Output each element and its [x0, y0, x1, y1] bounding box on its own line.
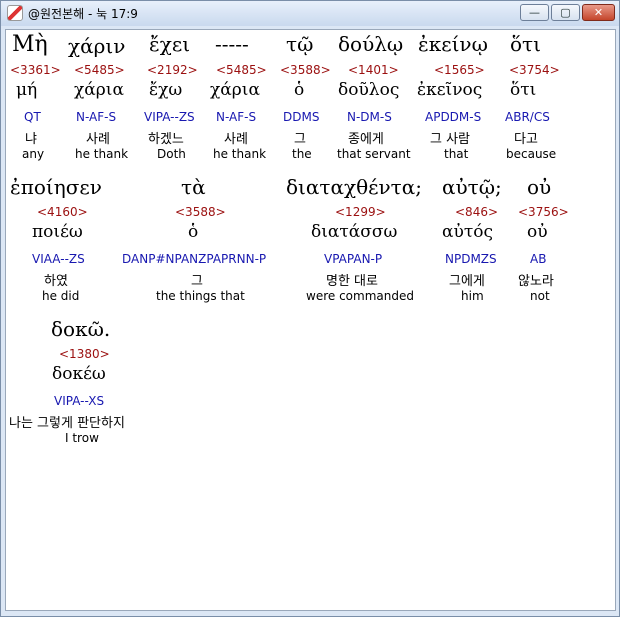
lemma: ἐκεῖνος [417, 80, 483, 100]
parse-code: APDDM-S [425, 110, 482, 124]
parse-code: NPDMZS [445, 252, 497, 266]
strong-number: <3588> [175, 205, 226, 219]
strong-number: <1380> [59, 347, 110, 361]
lemma: ὁ [188, 222, 199, 242]
korean-gloss: 명한 대로 [326, 274, 378, 289]
korean-gloss: 사례 [224, 132, 248, 147]
english-gloss: that servant [337, 147, 411, 161]
lemma: οὐ [527, 222, 548, 242]
greek-word: οὐ [527, 175, 552, 199]
lemma: ὅτι [510, 80, 537, 100]
parse-code: N-AF-S [216, 110, 257, 124]
greek-word: διαταχθέντα; [286, 175, 422, 199]
greek-word: τὰ [181, 175, 206, 199]
strong-number: <846> [455, 205, 499, 219]
strong-number: <5485> [74, 63, 125, 77]
strong-number: <4160> [37, 205, 88, 219]
korean-gloss: 사례 [86, 132, 110, 147]
lemma: ποιέω [32, 222, 83, 242]
korean-gloss: 하겠느 [148, 132, 184, 147]
parse-code: AB [530, 252, 547, 266]
english-gloss: because [506, 147, 557, 161]
lemma: χάρια [210, 80, 260, 100]
app-window: @원전본해 - 눅 17:9 — ▢ ✕ Μὴ <3361> μή QT 냐 a… [0, 0, 620, 617]
greek-word: δούλῳ [338, 32, 404, 56]
maximize-button[interactable]: ▢ [551, 4, 580, 21]
korean-gloss: 나는 그렇게 판단하지 [9, 416, 125, 431]
strong-number: <3754> [509, 63, 560, 77]
strong-number: <3588> [280, 63, 331, 77]
strong-number: <5485> [216, 63, 267, 77]
korean-gloss: 그에게 [449, 274, 485, 289]
parse-code: VPAPAN-P [324, 252, 383, 266]
english-gloss: Doth [157, 147, 186, 161]
lemma: αὐτός [442, 222, 493, 242]
greek-word: τῷ [286, 32, 314, 56]
strong-number: <1401> [348, 63, 399, 77]
greek-word: ὅτι [510, 32, 541, 56]
english-gloss: the [292, 147, 312, 161]
greek-word: ἐποίησεν [10, 175, 102, 199]
korean-gloss: 그 사람 [430, 132, 471, 147]
korean-gloss: 않노라 [518, 274, 554, 289]
english-gloss: he thank [213, 147, 267, 161]
parse-code: N-AF-S [76, 110, 117, 124]
english-gloss: the things that [156, 289, 245, 303]
strong-number: <2192> [147, 63, 198, 77]
title-bar[interactable]: @원전본해 - 눅 17:9 — ▢ ✕ [1, 1, 619, 26]
lemma: διατάσσω [311, 222, 398, 242]
english-gloss: he did [42, 289, 80, 303]
minimize-button[interactable]: — [520, 4, 549, 21]
strong-number: <3361> [10, 63, 61, 77]
interlinear-panel: Μὴ <3361> μή QT 냐 any χάριν <5485> χάρια… [5, 29, 616, 611]
app-icon[interactable] [7, 5, 23, 21]
parse-code: DANP#NPANZPAPRNN-P [122, 252, 267, 266]
english-gloss: not [530, 289, 550, 303]
greek-word: ἔχει [149, 32, 191, 56]
korean-gloss: 그 [294, 132, 306, 147]
korean-gloss: 그 [191, 274, 203, 289]
english-gloss: him [461, 289, 484, 303]
parse-code: QT [24, 110, 41, 124]
strong-number: <1565> [434, 63, 485, 77]
parse-code: VIPA--XS [54, 394, 105, 408]
close-button[interactable]: ✕ [582, 4, 615, 21]
lemma: δοκέω [52, 364, 106, 384]
parse-code: VIAA--ZS [32, 252, 85, 266]
lemma: ἔχω [149, 80, 183, 100]
english-gloss: that [444, 147, 469, 161]
greek-word: Μὴ [12, 32, 48, 57]
parse-code: VIPA--ZS [144, 110, 195, 124]
greek-word: ----- [215, 32, 249, 56]
strong-number: <1299> [335, 205, 386, 219]
korean-gloss: 다고 [514, 132, 538, 147]
greek-word: χάριν [68, 34, 126, 58]
greek-word: αὐτῷ; [442, 175, 502, 199]
window-title: @원전본해 - 눅 17:9 [28, 7, 138, 21]
greek-word: ἐκείνῳ [418, 32, 488, 56]
lemma: ὁ [294, 80, 305, 100]
english-gloss: I trow [65, 431, 99, 445]
parse-code: DDMS [283, 110, 320, 124]
korean-gloss: 종에게 [348, 132, 384, 147]
korean-gloss: 하였 [44, 274, 68, 289]
lemma: δοῦλος [338, 80, 400, 100]
english-gloss: he thank [75, 147, 129, 161]
lemma: χάρια [74, 80, 124, 100]
greek-word: δοκῶ. [51, 317, 111, 341]
parse-code: N-DM-S [347, 110, 392, 124]
parse-code: ABR/CS [505, 110, 550, 124]
korean-gloss: 냐 [25, 132, 37, 147]
lemma: μή [16, 80, 38, 100]
english-gloss: were commanded [306, 289, 414, 303]
strong-number: <3756> [518, 205, 569, 219]
english-gloss: any [22, 147, 45, 161]
